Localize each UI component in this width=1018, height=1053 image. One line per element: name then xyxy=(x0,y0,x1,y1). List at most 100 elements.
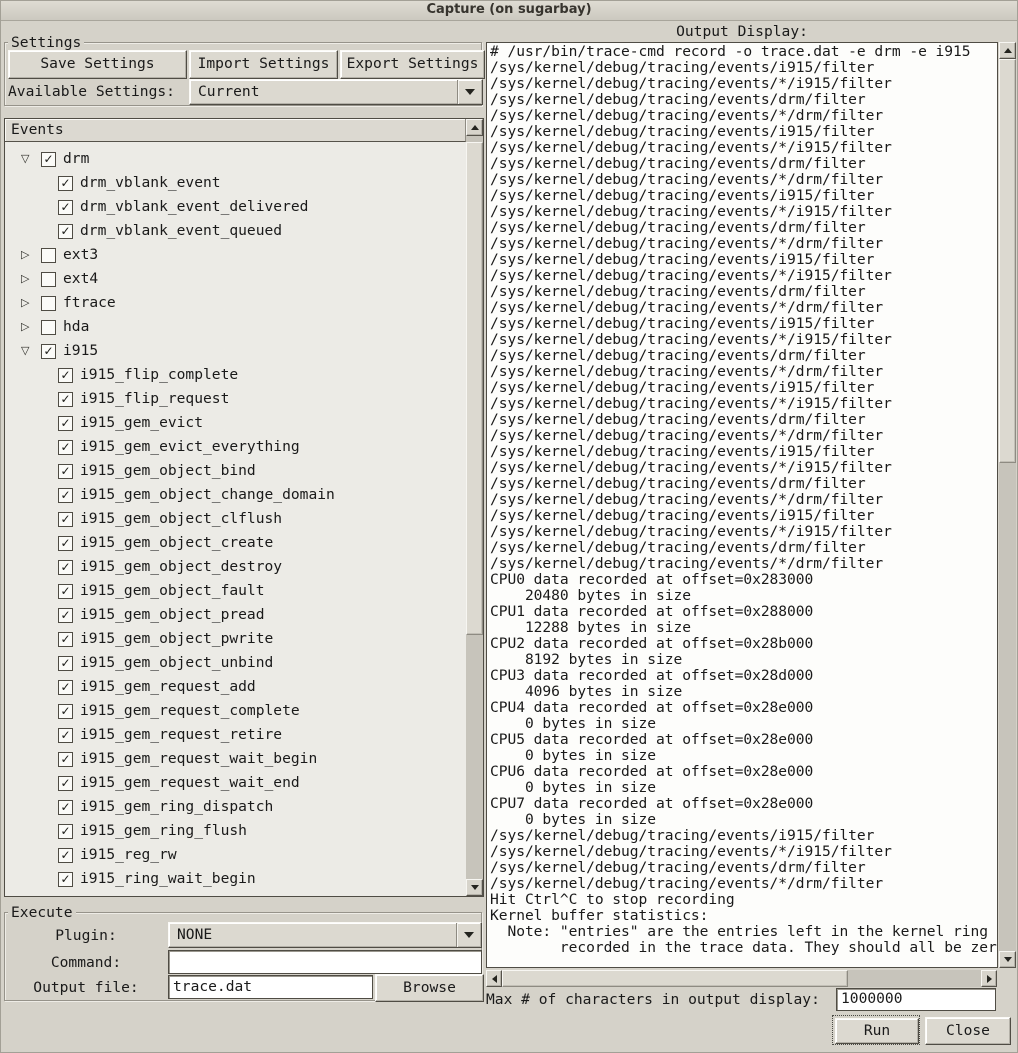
checkbox-checked[interactable]: ✓ xyxy=(41,344,56,359)
expander-closed-icon[interactable]: ▷ xyxy=(21,321,41,333)
checkbox-unchecked[interactable] xyxy=(41,320,56,335)
checkbox-checked[interactable]: ✓ xyxy=(58,632,73,647)
checkbox-checked[interactable]: ✓ xyxy=(41,152,56,167)
tree-row-i915[interactable]: ▽✓i915 xyxy=(5,339,466,363)
events-tree[interactable]: Events ▽✓drm✓drm_vblank_event✓drm_vblank… xyxy=(4,118,484,897)
export-settings-button[interactable]: Export Settings xyxy=(340,50,485,79)
expander-closed-icon[interactable]: ▷ xyxy=(21,297,41,309)
events-column-header[interactable]: Events xyxy=(5,119,466,142)
checkbox-checked[interactable]: ✓ xyxy=(58,680,73,695)
tree-row-drm_vblank_event[interactable]: ✓drm_vblank_event xyxy=(5,171,466,195)
tree-row-i915_gem_evict_everything[interactable]: ✓i915_gem_evict_everything xyxy=(5,435,466,459)
checkbox-checked[interactable]: ✓ xyxy=(58,416,73,431)
checkbox-checked[interactable]: ✓ xyxy=(58,560,73,575)
tree-row-i915_gem_evict[interactable]: ✓i915_gem_evict xyxy=(5,411,466,435)
expander-open-icon[interactable]: ▽ xyxy=(21,153,41,165)
tree-row-i915_ring_wait_begin[interactable]: ✓i915_ring_wait_begin xyxy=(5,867,466,891)
tree-row-i915_gem_object_destroy[interactable]: ✓i915_gem_object_destroy xyxy=(5,555,466,579)
checkbox-checked[interactable]: ✓ xyxy=(58,752,73,767)
checkbox-checked[interactable]: ✓ xyxy=(58,872,73,887)
tree-row-i915_gem_object_create[interactable]: ✓i915_gem_object_create xyxy=(5,531,466,555)
checkbox-checked[interactable]: ✓ xyxy=(58,440,73,455)
import-settings-button[interactable]: Import Settings xyxy=(189,50,338,79)
scroll-right-icon[interactable] xyxy=(981,970,997,987)
output-horizontal-scrollbar[interactable] xyxy=(486,970,997,987)
expander-open-icon[interactable]: ▽ xyxy=(21,345,41,357)
tree-row-ext4[interactable]: ▷ext4 xyxy=(5,267,466,291)
chevron-down-icon[interactable] xyxy=(458,89,482,95)
command-input[interactable] xyxy=(168,950,482,974)
checkbox-checked[interactable]: ✓ xyxy=(58,392,73,407)
tree-row-i915_gem_request_complete[interactable]: ✓i915_gem_request_complete xyxy=(5,699,466,723)
run-button[interactable]: Run xyxy=(835,1018,919,1044)
scrollbar-thumb[interactable] xyxy=(999,59,1016,463)
tree-row-drm_vblank_event_delivered[interactable]: ✓drm_vblank_event_delivered xyxy=(5,195,466,219)
output-vertical-scrollbar[interactable] xyxy=(999,42,1016,968)
checkbox-checked[interactable]: ✓ xyxy=(58,464,73,479)
expander-closed-icon[interactable]: ▷ xyxy=(21,249,41,261)
checkbox-checked[interactable]: ✓ xyxy=(58,368,73,383)
output-display[interactable]: # /usr/bin/trace-cmd record -o trace.dat… xyxy=(486,42,998,968)
tree-row-i915_flip_complete[interactable]: ✓i915_flip_complete xyxy=(5,363,466,387)
save-settings-button[interactable]: Save Settings xyxy=(8,50,187,79)
checkbox-checked[interactable]: ✓ xyxy=(58,776,73,791)
chevron-down-icon[interactable] xyxy=(457,932,481,938)
checkbox-checked[interactable]: ✓ xyxy=(58,824,73,839)
tree-row-i915_gem_ring_flush[interactable]: ✓i915_gem_ring_flush xyxy=(5,819,466,843)
tree-row-i915_gem_object_change_domain[interactable]: ✓i915_gem_object_change_domain xyxy=(5,483,466,507)
tree-row-i915_gem_object_unbind[interactable]: ✓i915_gem_object_unbind xyxy=(5,651,466,675)
scrollbar-thumb[interactable] xyxy=(466,142,483,635)
tree-row-drm_vblank_event_queued[interactable]: ✓drm_vblank_event_queued xyxy=(5,219,466,243)
checkbox-checked[interactable]: ✓ xyxy=(58,848,73,863)
tree-row-ftrace[interactable]: ▷ftrace xyxy=(5,291,466,315)
tree-row-hda[interactable]: ▷hda xyxy=(5,315,466,339)
tree-row-i915_gem_request_wait_begin[interactable]: ✓i915_gem_request_wait_begin xyxy=(5,747,466,771)
expander-closed-icon[interactable]: ▷ xyxy=(21,273,41,285)
checkbox-checked[interactable]: ✓ xyxy=(58,176,73,191)
checkbox-checked[interactable]: ✓ xyxy=(58,704,73,719)
checkbox-checked[interactable]: ✓ xyxy=(58,656,73,671)
checkbox-unchecked[interactable] xyxy=(41,248,56,263)
scroll-down-icon[interactable] xyxy=(999,951,1016,968)
tree-row-ext3[interactable]: ▷ext3 xyxy=(5,243,466,267)
checkbox-unchecked[interactable] xyxy=(41,272,56,287)
checkbox-unchecked[interactable] xyxy=(41,296,56,311)
scroll-left-icon[interactable] xyxy=(486,970,502,987)
scroll-up-icon[interactable] xyxy=(466,119,483,136)
tree-row-i915_gem_object_pwrite[interactable]: ✓i915_gem_object_pwrite xyxy=(5,627,466,651)
checkbox-checked[interactable]: ✓ xyxy=(58,584,73,599)
scroll-down-icon[interactable] xyxy=(466,879,483,896)
tree-row-i915_gem_request_wait_end[interactable]: ✓i915_gem_request_wait_end xyxy=(5,771,466,795)
close-button[interactable]: Close xyxy=(925,1017,1011,1045)
checkbox-checked[interactable]: ✓ xyxy=(58,800,73,815)
tree-row-i915_gem_object_bind[interactable]: ✓i915_gem_object_bind xyxy=(5,459,466,483)
output-file-input[interactable]: trace.dat xyxy=(168,975,373,999)
import-settings-label: Import Settings xyxy=(198,56,330,72)
tree-row-i915_gem_request_add[interactable]: ✓i915_gem_request_add xyxy=(5,675,466,699)
tree-row-i915_flip_request[interactable]: ✓i915_flip_request xyxy=(5,387,466,411)
plugin-combobox[interactable]: NONE xyxy=(168,922,482,948)
browse-button[interactable]: Browse xyxy=(375,974,484,1002)
available-settings-combobox[interactable]: Current xyxy=(189,79,483,105)
tree-row-i915_gem_request_retire[interactable]: ✓i915_gem_request_retire xyxy=(5,723,466,747)
tree-row-i915_gem_object_pread[interactable]: ✓i915_gem_object_pread xyxy=(5,603,466,627)
command-label: Command: xyxy=(8,955,164,971)
tree-row-drm[interactable]: ▽✓drm xyxy=(5,147,466,171)
window-titlebar[interactable]: Capture (on sugarbay) xyxy=(0,0,1018,21)
checkbox-checked[interactable]: ✓ xyxy=(58,536,73,551)
max-chars-input[interactable]: 1000000 xyxy=(836,988,996,1011)
tree-row-i915_reg_rw[interactable]: ✓i915_reg_rw xyxy=(5,843,466,867)
scroll-up-icon[interactable] xyxy=(999,42,1016,59)
checkbox-checked[interactable]: ✓ xyxy=(58,608,73,623)
close-label: Close xyxy=(946,1023,990,1039)
checkbox-checked[interactable]: ✓ xyxy=(58,512,73,527)
checkbox-checked[interactable]: ✓ xyxy=(58,224,73,239)
checkbox-checked[interactable]: ✓ xyxy=(58,200,73,215)
tree-row-i915_gem_object_fault[interactable]: ✓i915_gem_object_fault xyxy=(5,579,466,603)
events-tree-scrollbar[interactable] xyxy=(466,119,483,896)
checkbox-checked[interactable]: ✓ xyxy=(58,488,73,503)
scrollbar-thumb[interactable] xyxy=(502,970,848,987)
tree-row-i915_gem_object_clflush[interactable]: ✓i915_gem_object_clflush xyxy=(5,507,466,531)
tree-row-i915_gem_ring_dispatch[interactable]: ✓i915_gem_ring_dispatch xyxy=(5,795,466,819)
checkbox-checked[interactable]: ✓ xyxy=(58,728,73,743)
